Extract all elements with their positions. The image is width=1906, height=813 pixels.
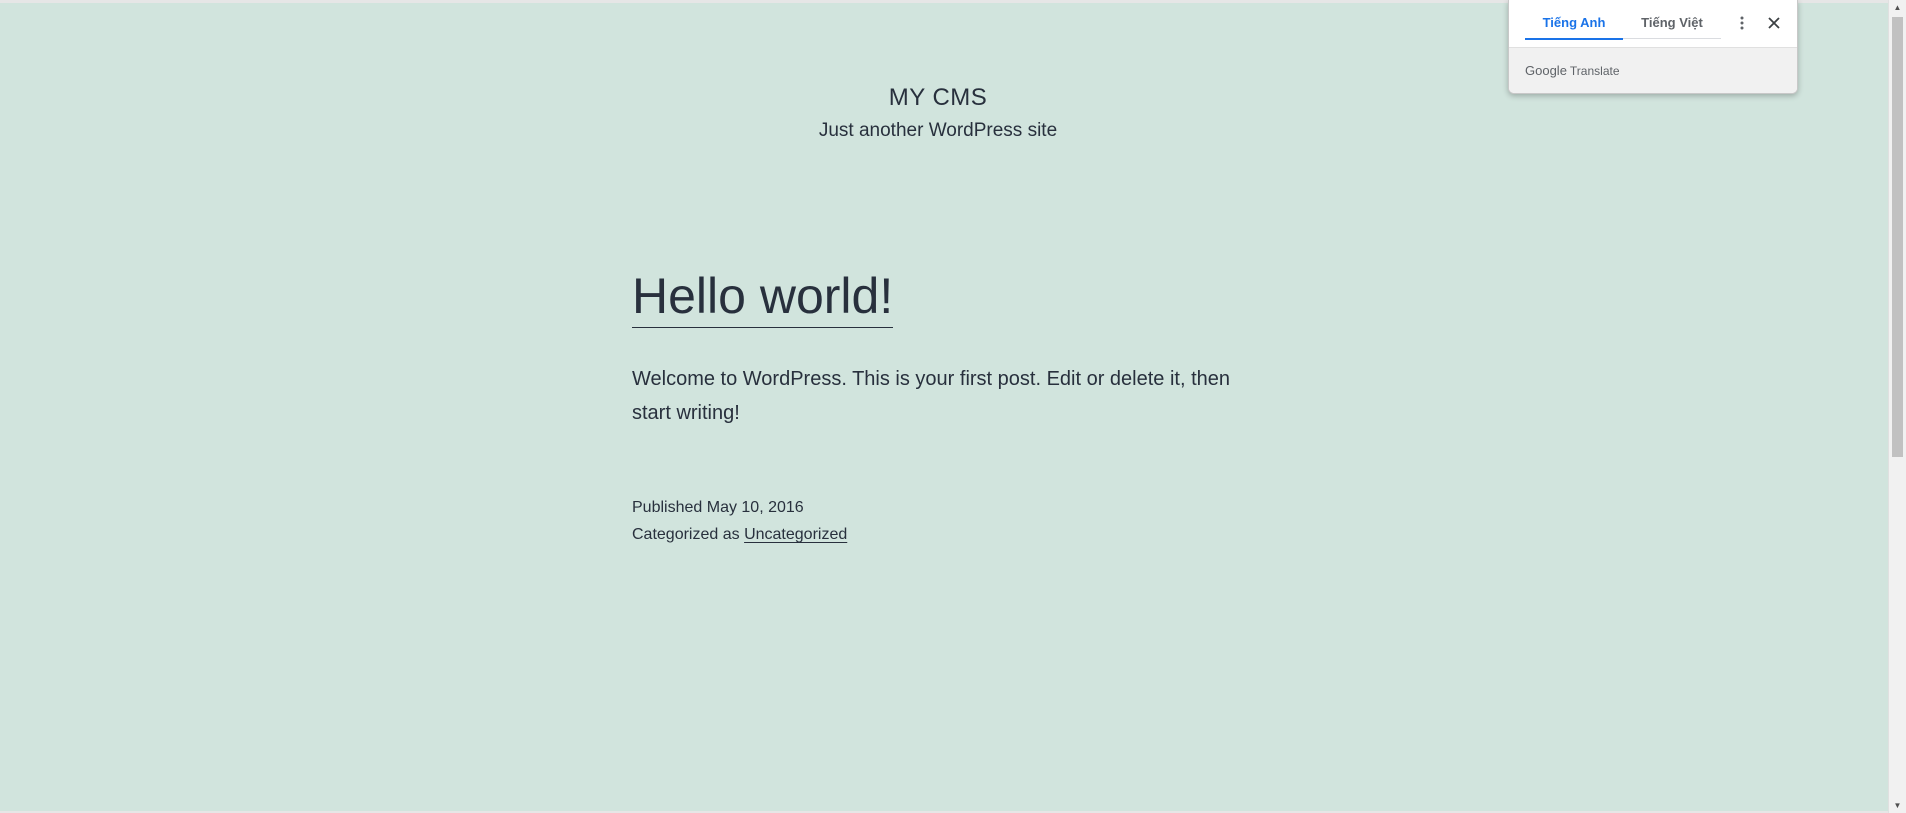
published-label: Published [632, 499, 703, 516]
site-tagline: Just another WordPress site [818, 120, 1058, 141]
post-meta: Published May 10, 2016 Categorized as Un… [632, 494, 1252, 548]
vertical-scrollbar[interactable]: ▲ ▼ [1888, 0, 1906, 813]
category-link[interactable]: Uncategorized [744, 526, 847, 543]
scrollbar-thumb[interactable] [1892, 17, 1903, 457]
close-icon[interactable] [1763, 12, 1785, 34]
tab-source-language[interactable]: Tiếng Anh [1525, 14, 1623, 40]
post-title-link[interactable]: Hello world! [632, 265, 894, 328]
post: Hello world! Welcome to WordPress. This … [632, 265, 1252, 548]
translate-popup-header: Tiếng Anh Tiếng Việt [1509, 0, 1797, 47]
google-translate-popup: Tiếng Anh Tiếng Việt Google Translate [1508, 0, 1798, 94]
scroll-up-arrow-icon[interactable]: ▲ [1889, 0, 1906, 15]
page: MY CMS Just another WordPress site Hello… [0, 0, 1888, 813]
more-vert-icon[interactable] [1731, 12, 1753, 34]
categorized-label: Categorized as [632, 526, 740, 543]
translate-brand-text: Translate [1569, 63, 1620, 78]
published-date: May 10, 2016 [706, 499, 804, 516]
category-line: Categorized as Uncategorized [632, 521, 1252, 548]
post-content: Welcome to WordPress. This is your first… [632, 368, 1231, 424]
scroll-down-arrow-icon[interactable]: ▼ [1889, 798, 1906, 813]
tab-target-language[interactable]: Tiếng Việt [1623, 14, 1721, 39]
published-line: Published May 10, 2016 [632, 494, 1252, 521]
google-logo-text: Google [1525, 63, 1567, 78]
translate-popup-footer: Google Translate [1509, 47, 1797, 93]
site-title-link[interactable]: MY CMS [889, 83, 988, 113]
